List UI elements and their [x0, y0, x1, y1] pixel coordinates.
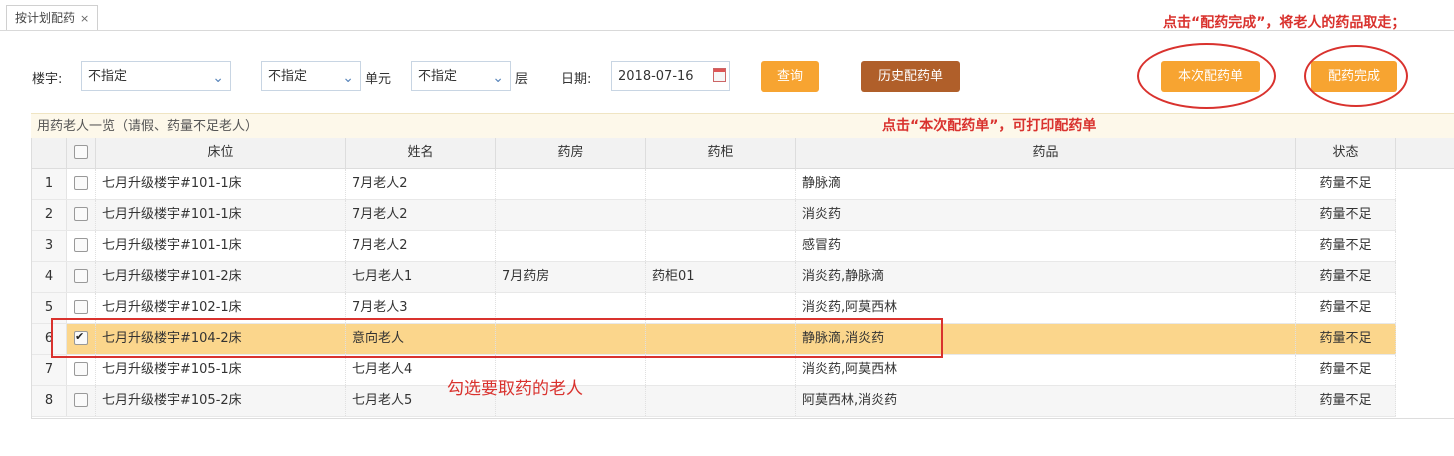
row-number: 3 [32, 231, 67, 261]
unit-label: 单元 [365, 72, 392, 87]
row-number: 7 [32, 355, 67, 385]
annotation-select-note: 勾选要取药的老人 [447, 379, 583, 399]
cell-drugs: 消炎药 [796, 200, 1296, 230]
chevron-down-icon: ⌄ [212, 70, 224, 86]
row-checkbox[interactable] [74, 268, 88, 283]
row-checkbox[interactable] [74, 299, 88, 314]
annotation-complete-note: 点击“配药完成”，将老人的药品取走； [1163, 15, 1406, 31]
tab-label: 按计划配药 [15, 11, 76, 25]
header-status[interactable]: 状态 [1296, 138, 1396, 168]
cell-bed: 七月升级楼宇#101-2床 [96, 262, 346, 292]
row-number: 4 [32, 262, 67, 292]
cell-cabinet [646, 386, 796, 416]
table-row[interactable]: 7 七月升级楼宇#105-1床 七月老人4 消炎药,阿莫西林 药量不足 [32, 355, 1396, 386]
annotation-selected-row-box [51, 318, 943, 358]
query-button[interactable]: 查询 [761, 61, 819, 92]
cell-pharmacy: 7月药房 [496, 262, 646, 292]
cell-bed: 七月升级楼宇#101-1床 [96, 169, 346, 199]
cell-status: 药量不足 [1296, 200, 1396, 230]
annotation-ellipse-complete [1304, 45, 1408, 107]
building-select[interactable]: 不指定 ⌄ [81, 61, 231, 91]
row-checkbox[interactable] [74, 206, 88, 221]
floor-label: 层 [515, 72, 529, 87]
cell-name: 7月老人2 [346, 231, 496, 261]
row-checkbox-cell[interactable] [67, 386, 96, 416]
cell-cabinet [646, 355, 796, 385]
row-checkbox[interactable] [74, 361, 88, 376]
cell-bed: 七月升级楼宇#101-1床 [96, 231, 346, 261]
table-header: 床位 姓名 药房 药柜 药品 状态 [32, 138, 1454, 169]
date-value: 2018-07-16 [618, 69, 694, 84]
select-all-checkbox[interactable] [74, 144, 88, 159]
cell-bed: 七月升级楼宇#105-2床 [96, 386, 346, 416]
cell-drugs: 消炎药,静脉滴 [796, 262, 1296, 292]
row-number: 2 [32, 200, 67, 230]
row-checkbox[interactable] [74, 392, 88, 407]
cell-cabinet [646, 169, 796, 199]
close-icon[interactable]: × [80, 12, 89, 25]
table-row[interactable]: 1 七月升级楼宇#101-1床 7月老人2 静脉滴 药量不足 [32, 169, 1396, 200]
building-select-value: 不指定 [88, 69, 128, 84]
table-row[interactable]: 8 七月升级楼宇#105-2床 七月老人5 阿莫西林,消炎药 药量不足 [32, 386, 1396, 417]
cell-status: 药量不足 [1296, 231, 1396, 261]
section-title: 用药老人一览（请假、药量不足老人） [31, 113, 1454, 138]
building-label: 楼宇: [32, 72, 63, 87]
date-input[interactable]: 2018-07-16 [611, 61, 730, 91]
cell-bed: 七月升级楼宇#105-1床 [96, 355, 346, 385]
cell-pharmacy [496, 231, 646, 261]
row-checkbox-cell[interactable] [67, 262, 96, 292]
annotation-print-note: 点击“本次配药单”，可打印配药单 [882, 118, 1097, 134]
cell-drugs: 感冒药 [796, 231, 1296, 261]
table-row[interactable]: 4 七月升级楼宇#101-2床 七月老人1 7月药房 药柜01 消炎药,静脉滴 药量不足 [32, 262, 1396, 293]
annotation-ellipse-current [1137, 43, 1276, 109]
row-checkbox-cell[interactable] [67, 355, 96, 385]
header-name[interactable]: 姓名 [346, 138, 496, 168]
cell-drugs: 静脉滴 [796, 169, 1296, 199]
cell-bed: 七月升级楼宇#101-1床 [96, 200, 346, 230]
cell-status: 药量不足 [1296, 355, 1396, 385]
header-select-all[interactable] [67, 138, 96, 168]
header-pharmacy[interactable]: 药房 [496, 138, 646, 168]
cell-name: 7月老人2 [346, 200, 496, 230]
row-checkbox-cell[interactable] [67, 169, 96, 199]
floor-select[interactable]: 不指定 ⌄ [411, 61, 511, 91]
cell-status: 药量不足 [1296, 324, 1396, 354]
cell-status: 药量不足 [1296, 386, 1396, 416]
cell-cabinet [646, 200, 796, 230]
cell-status: 药量不足 [1296, 262, 1396, 292]
date-label: 日期: [561, 72, 592, 87]
unit-select[interactable]: 不指定 ⌄ [261, 61, 361, 91]
header-filler [1396, 138, 1454, 168]
chevron-down-icon: ⌄ [342, 70, 354, 86]
row-checkbox-cell[interactable] [67, 200, 96, 230]
chevron-down-icon: ⌄ [492, 70, 504, 86]
table-row[interactable]: 2 七月升级楼宇#101-1床 7月老人2 消炎药 药量不足 [32, 200, 1396, 231]
cell-name: 7月老人2 [346, 169, 496, 199]
calendar-icon[interactable] [713, 68, 726, 82]
cell-drugs: 消炎药,阿莫西林 [796, 355, 1296, 385]
unit-select-value: 不指定 [268, 69, 308, 84]
row-checkbox[interactable] [74, 237, 88, 252]
header-row-number [32, 138, 67, 168]
row-checkbox[interactable] [74, 175, 88, 190]
cell-cabinet: 药柜01 [646, 262, 796, 292]
cell-pharmacy [496, 169, 646, 199]
cell-drugs: 阿莫西林,消炎药 [796, 386, 1296, 416]
cell-cabinet [646, 231, 796, 261]
tab-dispense-by-plan[interactable]: 按计划配药 × [6, 5, 99, 30]
row-number: 8 [32, 386, 67, 416]
header-bed[interactable]: 床位 [96, 138, 346, 168]
elder-medication-table: 床位 姓名 药房 药柜 药品 状态 1 七月升级楼宇#101-1床 7月老人2 静脉滴… [31, 138, 1454, 419]
row-checkbox-cell[interactable] [67, 231, 96, 261]
cell-status: 药量不足 [1296, 293, 1396, 323]
header-cabinet[interactable]: 药柜 [646, 138, 796, 168]
cell-name: 七月老人1 [346, 262, 496, 292]
history-dispense-button[interactable]: 历史配药单 [861, 61, 960, 92]
header-drugs[interactable]: 药品 [796, 138, 1296, 168]
floor-select-value: 不指定 [418, 69, 458, 84]
cell-status: 药量不足 [1296, 169, 1396, 199]
cell-pharmacy [496, 200, 646, 230]
row-number: 1 [32, 169, 67, 199]
table-row[interactable]: 3 七月升级楼宇#101-1床 7月老人2 感冒药 药量不足 [32, 231, 1396, 262]
